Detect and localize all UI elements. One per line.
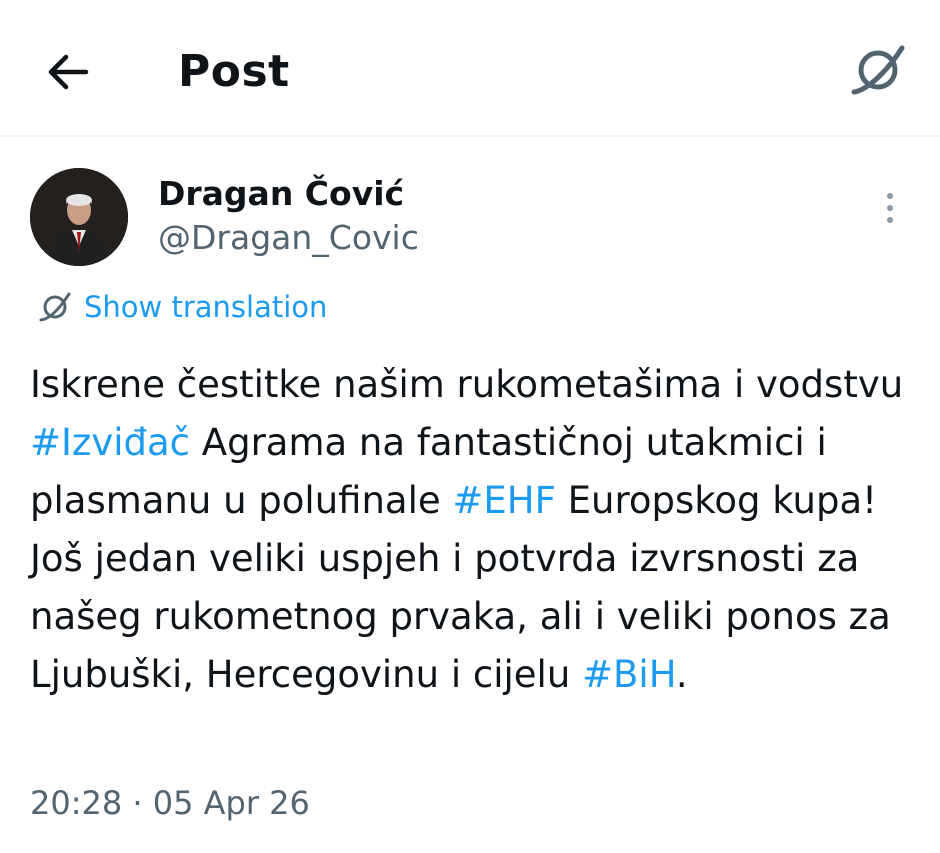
- tweet-text: Iskrene čestitke našim rukometašima i vo…: [30, 356, 920, 704]
- author-avatar[interactable]: [30, 168, 128, 266]
- more-options-button[interactable]: [872, 186, 908, 230]
- translate-icon: [851, 45, 905, 95]
- more-vertical-icon: [887, 193, 893, 199]
- post-timestamp[interactable]: 20:28 · 05 Apr 26: [30, 780, 310, 826]
- author-name[interactable]: Dragan Čović: [158, 172, 404, 216]
- hashtag-link[interactable]: #EHF: [452, 479, 555, 522]
- show-translation-label: Show translation: [84, 290, 328, 324]
- top-app-bar: Post: [0, 0, 940, 137]
- show-translation-link[interactable]: Show translation: [38, 286, 327, 328]
- more-vertical-icon: [887, 217, 893, 223]
- tweet-text-segment: .: [675, 653, 688, 696]
- more-vertical-icon: [887, 205, 893, 211]
- page-title: Post: [178, 46, 290, 97]
- back-button[interactable]: [38, 42, 98, 102]
- arrow-left-icon: [48, 54, 89, 90]
- tweet-text-segment: Iskrene čestitke našim rukometašima i vo…: [30, 363, 904, 406]
- translate-icon: [39, 292, 71, 322]
- author-handle[interactable]: @Dragan_Covic: [158, 216, 419, 260]
- avatar-photo: [30, 168, 128, 266]
- hashtag-link[interactable]: #Izviđač: [30, 421, 190, 464]
- hashtag-link[interactable]: #BiH: [582, 653, 676, 696]
- translate-button[interactable]: [846, 38, 910, 102]
